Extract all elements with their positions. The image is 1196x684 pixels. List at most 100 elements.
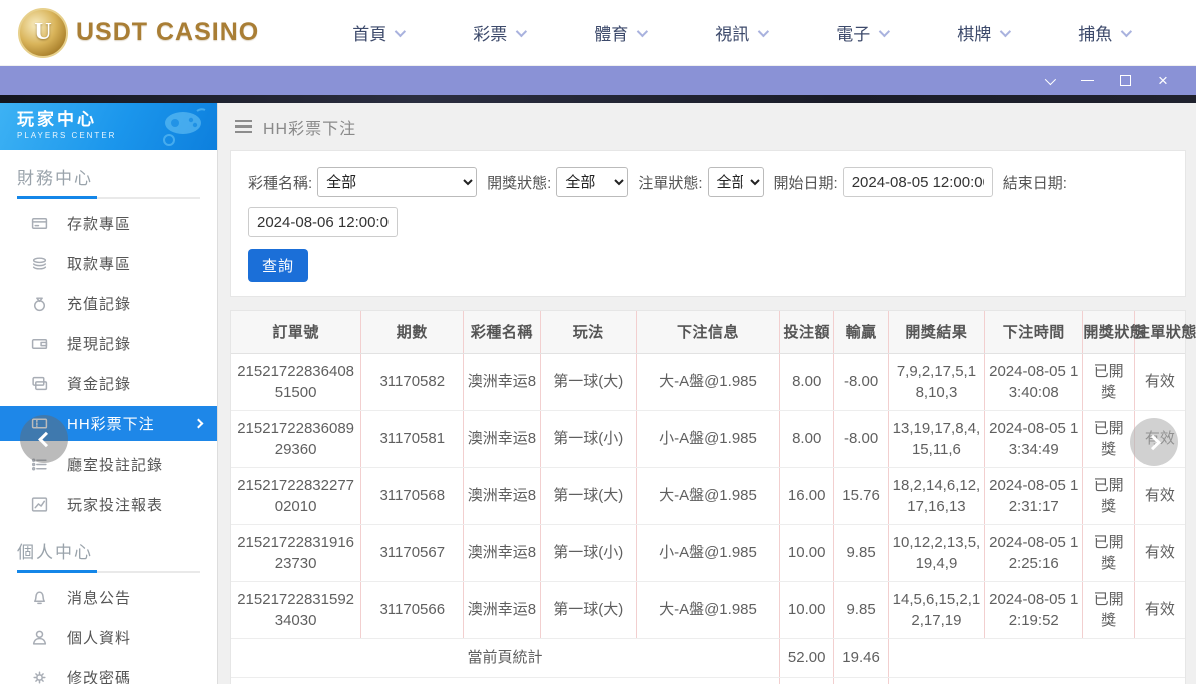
draw-status-select[interactable]: 全部 — [556, 167, 628, 197]
table-row: 215217228322770201031170568澳洲幸运8第一球(大)大-… — [231, 467, 1185, 524]
cell-bet_info: 小-A盤@1.985 — [636, 524, 779, 581]
cell-bet_time: 2024-08-05 12:31:17 — [985, 467, 1083, 524]
cell-lottery_name: 澳洲幸运8 — [464, 467, 540, 524]
cell-draw_result: 10,12,2,13,5,19,4,9 — [888, 524, 984, 581]
sidebar-item-profile[interactable]: 個人資料 — [0, 617, 217, 657]
recharge-record-icon — [31, 295, 48, 312]
chevron-down-icon — [637, 25, 648, 36]
announcement-icon — [31, 589, 48, 606]
bets-table: 訂單號期數彩種名稱玩法下注信息投注額輸贏開獎結果下注時間開獎狀態注單狀態 215… — [231, 311, 1185, 684]
nav-item-electronic[interactable]: 電子 — [801, 13, 922, 53]
cell-draw_result: 13,19,17,8,4,15,11,6 — [888, 410, 984, 467]
window-close-button[interactable]: × — [1144, 66, 1182, 95]
coin-logo-icon: U — [18, 8, 68, 58]
scroll-right-button[interactable] — [1130, 418, 1178, 466]
menu-icon[interactable] — [235, 120, 252, 134]
main-panel: HH彩票下注 彩種名稱: 全部 開獎狀態: 全部 注單狀態: 全部 開始日期: … — [218, 103, 1196, 684]
section-underline — [17, 197, 200, 199]
query-button[interactable]: 查詢 — [248, 249, 308, 282]
cell-bet_status: 有效 — [1134, 524, 1185, 581]
cell-bet_status: 有效 — [1134, 467, 1185, 524]
summary-win-loss: 19.46 — [834, 677, 888, 684]
sidebar-item-withdraw[interactable]: 取款專區 — [0, 243, 217, 283]
maximize-icon — [1120, 75, 1131, 86]
chevron-right-icon — [1145, 434, 1161, 450]
nav-item-fishing[interactable]: 捕魚 — [1043, 13, 1164, 53]
sidebar-item-label: 存款專區 — [67, 213, 131, 234]
sidebar-item-recharge-record[interactable]: 充值記錄 — [0, 283, 217, 323]
cell-lottery_name: 澳洲幸运8 — [464, 581, 540, 638]
nav-item-label: 首頁 — [352, 20, 386, 45]
cell-win_loss: -8.00 — [834, 353, 888, 410]
scroll-left-button[interactable] — [20, 415, 68, 463]
end-date-input[interactable] — [248, 207, 398, 237]
sidebar: 玩家中心 PLAYERS CENTER 財務中心存款專區取款專區充值記錄提現記錄… — [0, 103, 218, 684]
funds-record-icon — [31, 375, 48, 392]
sidebar-item-label: 充值記錄 — [67, 293, 131, 314]
player-bet-report-icon — [31, 496, 48, 513]
table-row: 215217228315923403031170566澳洲幸运8第一球(大)大-… — [231, 581, 1185, 638]
summary-empty — [888, 677, 1185, 684]
sidebar-item-deposit[interactable]: 存款專區 — [0, 203, 217, 243]
cell-bet_amount: 8.00 — [780, 410, 834, 467]
column-header-bet_amount: 投注額 — [780, 311, 834, 353]
sidebar-item-announcements[interactable]: 消息公告 — [0, 577, 217, 617]
nav-item-label: 體育 — [594, 20, 628, 45]
sidebar-item-withdrawal-record[interactable]: 提現記錄 — [0, 323, 217, 363]
cell-win_loss: 9.85 — [834, 581, 888, 638]
table-row: 215217228364085150031170582澳洲幸运8第一球(大)大-… — [231, 353, 1185, 410]
chevron-down-icon — [879, 25, 890, 36]
nav-item-lottery[interactable]: 彩票 — [438, 13, 559, 53]
nav-item-label: 棋牌 — [957, 20, 991, 45]
sidebar-item-label: 玩家投注報表 — [67, 494, 163, 515]
sidebar-item-change-password[interactable]: 修改密碼 — [0, 657, 217, 684]
lottery-name-label: 彩種名稱: — [248, 172, 312, 193]
bet-status-label: 注單狀態: — [638, 172, 702, 193]
cell-lottery_name: 澳洲幸运8 — [464, 410, 540, 467]
cell-bet_amount: 8.00 — [780, 353, 834, 410]
cell-draw_status: 已開獎 — [1083, 467, 1135, 524]
change-password-icon — [31, 669, 48, 684]
cell-draw_status: 已開獎 — [1083, 524, 1135, 581]
cell-order_no: 2152172283608929360 — [231, 410, 361, 467]
summary-bet-amount: 52.00 — [780, 677, 834, 684]
column-header-win_loss: 輸贏 — [834, 311, 888, 353]
bet-status-select[interactable]: 全部 — [708, 167, 764, 197]
table-row: 215217228360892936031170581澳洲幸运8第一球(小)小-… — [231, 410, 1185, 467]
chevron-down-icon — [516, 25, 527, 36]
cell-draw_status: 已開獎 — [1083, 353, 1135, 410]
column-header-order_no: 訂單號 — [231, 311, 361, 353]
start-date-input[interactable] — [843, 167, 993, 197]
table-row: 215217228319162373031170567澳洲幸运8第一球(小)小-… — [231, 524, 1185, 581]
cell-win_loss: 9.85 — [834, 524, 888, 581]
cell-bet_info: 大-A盤@1.985 — [636, 581, 779, 638]
nav-item-video[interactable]: 視訊 — [680, 13, 801, 53]
nav-item-label: 捕魚 — [1078, 20, 1112, 45]
draw-status-label: 開獎狀態: — [487, 172, 551, 193]
nav-item-sports[interactable]: 體育 — [559, 13, 680, 53]
summary-win-loss: 19.46 — [834, 638, 888, 677]
column-header-bet_status: 注單狀態 — [1134, 311, 1185, 353]
cell-bet_info: 大-A盤@1.985 — [636, 353, 779, 410]
window-titlebar: × — [0, 66, 1196, 95]
page-title: HH彩票下注 — [263, 115, 356, 139]
cell-period: 31170582 — [361, 353, 464, 410]
start-date-label: 開始日期: — [774, 172, 838, 193]
sidebar-item-label: 個人資料 — [67, 627, 131, 648]
nav-item-home[interactable]: 首頁 — [317, 13, 438, 53]
cell-order_no: 2152172283159234030 — [231, 581, 361, 638]
cell-order_no: 2152172283191623730 — [231, 524, 361, 581]
sidebar-item-funds-record[interactable]: 資金記錄 — [0, 363, 217, 403]
nav-item-chess[interactable]: 棋牌 — [922, 13, 1043, 53]
window-collapse-button[interactable] — [1030, 66, 1068, 95]
lottery-name-select[interactable]: 全部 — [317, 167, 477, 197]
column-header-bet_time: 下注時間 — [985, 311, 1083, 353]
logo[interactable]: U USDT CASINO — [18, 8, 259, 58]
window-minimize-button[interactable] — [1068, 66, 1106, 95]
sidebar-item-player-bet-report[interactable]: 玩家投注報表 — [0, 484, 217, 524]
cell-bet_amount: 10.00 — [780, 581, 834, 638]
cell-play: 第一球(大) — [540, 467, 636, 524]
chevron-down-icon — [1121, 25, 1132, 36]
cell-play: 第一球(小) — [540, 524, 636, 581]
window-maximize-button[interactable] — [1106, 66, 1144, 95]
